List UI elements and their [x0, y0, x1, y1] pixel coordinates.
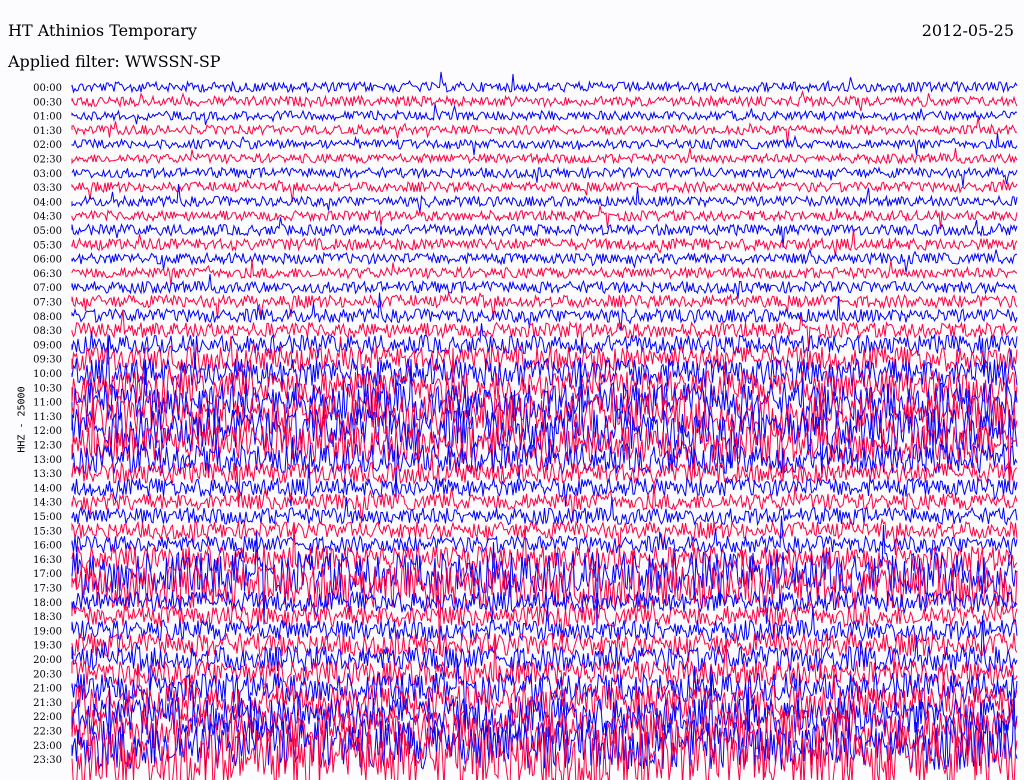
row-label: 03:00 — [33, 169, 62, 180]
trace-line — [71, 117, 1018, 145]
row-label: 14:00 — [33, 483, 62, 494]
row-label: 12:30 — [33, 441, 62, 452]
row-label: 18:30 — [33, 612, 62, 623]
row-label: 11:30 — [33, 412, 62, 423]
row-label: 23:00 — [33, 741, 62, 752]
row-label: 12:00 — [33, 426, 62, 437]
row-label: 14:30 — [33, 498, 62, 509]
row-label: 08:00 — [33, 312, 62, 323]
row-label: 17:00 — [33, 569, 62, 580]
row-label: 02:00 — [33, 140, 62, 151]
row-label: 07:30 — [33, 298, 62, 309]
trace-line — [71, 71, 1018, 94]
row-label: 16:30 — [33, 555, 62, 566]
trace-line — [71, 89, 1018, 112]
row-label: 18:00 — [33, 598, 62, 609]
row-label: 20:00 — [33, 655, 62, 666]
trace-line — [71, 148, 1018, 165]
row-label: 04:00 — [33, 197, 62, 208]
row-label: 23:30 — [33, 755, 62, 766]
row-label: 03:30 — [33, 183, 62, 194]
row-label: 11:00 — [33, 398, 62, 409]
row-label: 21:30 — [33, 698, 62, 709]
row-label: 06:00 — [33, 255, 62, 266]
trace-line — [71, 205, 1018, 230]
row-label: 19:30 — [33, 641, 62, 652]
tick-label-group: 00:00 00:30 01:00 01:30 02:00 02:30 03:00 03:30… — [33, 83, 62, 766]
row-label: 09:30 — [33, 355, 62, 366]
row-label: 00:00 — [33, 83, 62, 94]
row-label: 16:00 — [33, 541, 62, 552]
row-label: 01:30 — [33, 126, 62, 137]
trace-line — [71, 273, 1018, 299]
row-label: 08:30 — [33, 326, 62, 337]
trace-line — [71, 248, 1018, 273]
row-label: 05:00 — [33, 226, 62, 237]
trace-line — [71, 515, 1018, 560]
row-label: 00:30 — [33, 97, 62, 108]
row-label: 17:30 — [33, 584, 62, 595]
row-label: 07:00 — [33, 283, 62, 294]
row-label: 22:00 — [33, 712, 62, 723]
row-label: 10:30 — [33, 383, 62, 394]
row-label: 01:00 — [33, 112, 62, 123]
row-label: 09:00 — [33, 340, 62, 351]
row-label: 22:30 — [33, 727, 62, 738]
row-label: 15:30 — [33, 526, 62, 537]
helicorder-plot: 00:00 00:30 01:00 01:30 02:00 02:30 03:00 03:30… — [33, 71, 1018, 780]
trace-group — [71, 71, 1018, 780]
row-label: 06:30 — [33, 269, 62, 280]
row-label: 13:30 — [33, 469, 62, 480]
row-label: 10:00 — [33, 369, 62, 380]
row-label: 15:00 — [33, 512, 62, 523]
row-label: 13:00 — [33, 455, 62, 466]
row-label: 20:30 — [33, 669, 62, 680]
row-label: 04:30 — [33, 212, 62, 223]
row-label: 21:00 — [33, 684, 62, 695]
trace-line — [71, 133, 1018, 156]
row-label: 19:00 — [33, 626, 62, 637]
row-label: 02:30 — [33, 155, 62, 166]
row-label: 05:30 — [33, 240, 62, 251]
